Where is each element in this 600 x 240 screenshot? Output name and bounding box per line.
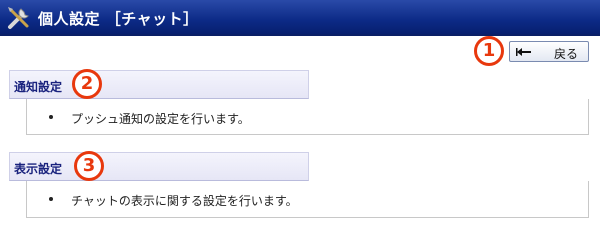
back-button-label: 戻る bbox=[554, 47, 579, 61]
annotation-badge-2: 2 bbox=[72, 69, 102, 99]
section-header-display: 表示設定 bbox=[9, 152, 309, 181]
tools-icon bbox=[8, 7, 29, 29]
back-button[interactable]: 戻る bbox=[509, 41, 589, 62]
section-title-notification[interactable]: 通知設定 bbox=[14, 78, 62, 95]
annotation-badge-1: 1 bbox=[474, 36, 504, 66]
section-description-display: チャットの表示に関する設定を行います。 bbox=[71, 194, 298, 208]
page-title: 個人設定 ［チャット］ bbox=[38, 10, 199, 28]
annotation-badge-3: 3 bbox=[74, 151, 104, 181]
section-title-display[interactable]: 表示設定 bbox=[14, 160, 62, 177]
title-bar: 個人設定 ［チャット］ bbox=[0, 0, 600, 36]
section-header-notification: 通知設定 bbox=[9, 70, 309, 99]
section-body-notification: プッシュ通知の設定を行います。 bbox=[26, 99, 589, 135]
section-body-display: チャットの表示に関する設定を行います。 bbox=[26, 181, 589, 218]
bullet-icon bbox=[49, 197, 53, 201]
bullet-icon bbox=[49, 115, 53, 119]
back-arrow-icon bbox=[516, 48, 531, 56]
section-description-notification: プッシュ通知の設定を行います。 bbox=[71, 112, 250, 126]
